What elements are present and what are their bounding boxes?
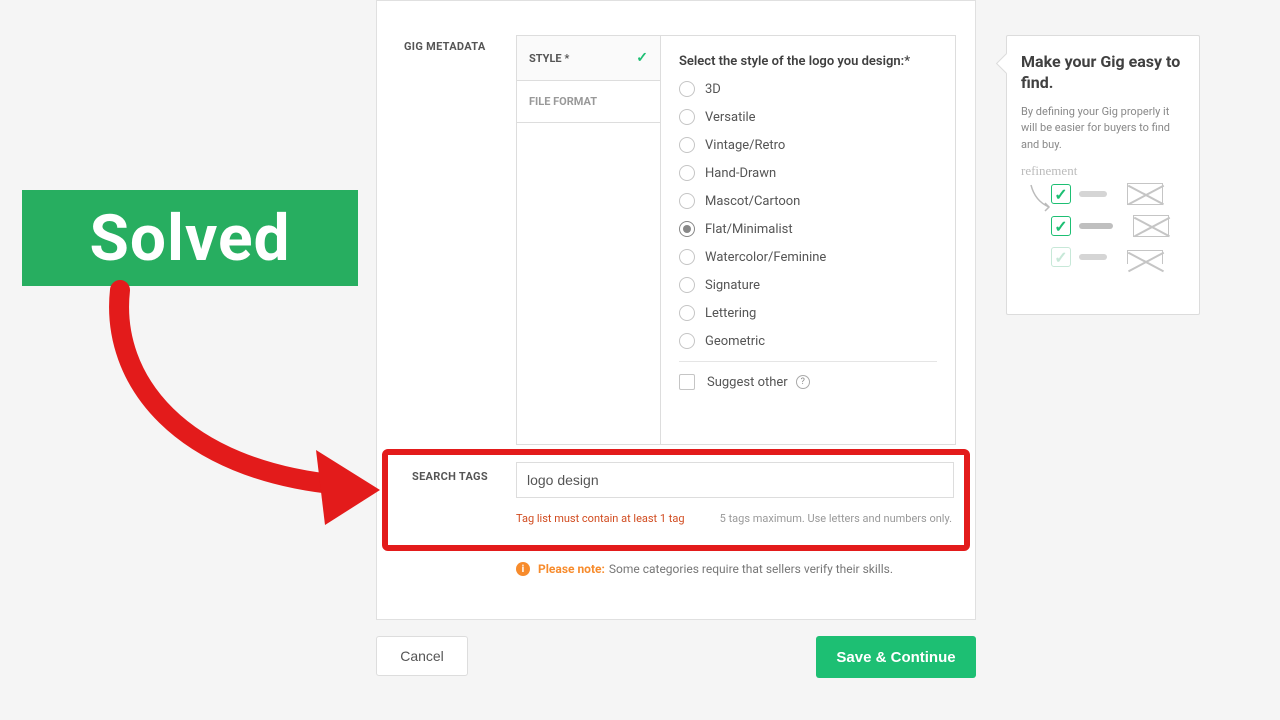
style-option-label: 3D [705, 82, 721, 97]
suggest-other-row[interactable]: Suggest other ? [679, 374, 937, 390]
style-option-label: Watercolor/Feminine [705, 250, 826, 265]
tip-body: By defining your Gig properly it will be… [1021, 104, 1185, 154]
gig-metadata-heading: GIG METADATA [404, 40, 486, 53]
curved-arrow-icon [1027, 183, 1057, 213]
tab-style-label: STYLE * [529, 52, 569, 65]
metadata-content: Select the style of the logo you design:… [661, 36, 955, 444]
radio-icon[interactable] [679, 109, 695, 125]
radio-icon[interactable] [679, 193, 695, 209]
red-arrow-icon [80, 280, 390, 540]
search-tags-hint: 5 tags maximum. Use letters and numbers … [720, 512, 952, 525]
style-option[interactable]: 3D [679, 81, 937, 97]
please-note-row: i Please note: Some categories require t… [516, 562, 893, 576]
solved-badge: Solved [22, 190, 358, 286]
style-option[interactable]: Vintage/Retro [679, 137, 937, 153]
tip-refinement-label: refinement [1021, 163, 1185, 179]
note-text: Some categories require that sellers ver… [609, 562, 893, 576]
style-option-label: Lettering [705, 306, 756, 321]
radio-icon[interactable] [679, 333, 695, 349]
radio-icon[interactable] [679, 165, 695, 181]
style-option[interactable]: Lettering [679, 305, 937, 321]
radio-icon[interactable] [679, 81, 695, 97]
style-option-label: Hand-Drawn [705, 166, 776, 181]
style-option-label: Vintage/Retro [705, 138, 785, 153]
tip-graphic: ✓ ✓ ✓ [1021, 183, 1185, 293]
style-option[interactable]: Signature [679, 277, 937, 293]
tab-style[interactable]: STYLE * ✓ [517, 36, 660, 81]
style-option[interactable]: Hand-Drawn [679, 165, 937, 181]
divider [679, 361, 937, 362]
style-option-label: Signature [705, 278, 760, 293]
metadata-panel: STYLE * ✓ FILE FORMAT Select the style o… [516, 35, 956, 445]
radio-icon[interactable] [679, 277, 695, 293]
note-label: Please note: [538, 562, 605, 576]
tab-file-format[interactable]: FILE FORMAT [517, 81, 660, 123]
radio-icon[interactable] [679, 221, 695, 237]
suggest-other-checkbox[interactable] [679, 374, 695, 390]
style-option[interactable]: Versatile [679, 109, 937, 125]
suggest-other-label: Suggest other [707, 375, 788, 390]
style-option[interactable]: Mascot/Cartoon [679, 193, 937, 209]
search-tags-heading: SEARCH TAGS [412, 470, 488, 483]
checkmark-icon: ✓ [636, 50, 648, 66]
style-option-label: Flat/Minimalist [705, 222, 793, 237]
style-option-label: Geometric [705, 334, 765, 349]
info-icon: i [516, 562, 530, 576]
help-icon[interactable]: ? [796, 375, 810, 389]
style-option[interactable]: Flat/Minimalist [679, 221, 937, 237]
radio-icon[interactable] [679, 249, 695, 265]
style-option-label: Mascot/Cartoon [705, 194, 800, 209]
cancel-button[interactable]: Cancel [376, 636, 468, 676]
style-option-label: Versatile [705, 110, 756, 125]
save-continue-button[interactable]: Save & Continue [816, 636, 976, 678]
tip-title: Make your Gig easy to find. [1021, 52, 1185, 94]
search-tags-error: Tag list must contain at least 1 tag [516, 512, 685, 525]
style-prompt: Select the style of the logo you design:… [679, 54, 937, 69]
radio-icon[interactable] [679, 137, 695, 153]
metadata-tabs: STYLE * ✓ FILE FORMAT [517, 36, 661, 444]
search-tags-input[interactable] [516, 462, 954, 498]
style-option[interactable]: Watercolor/Feminine [679, 249, 937, 265]
tip-card: Make your Gig easy to find. By defining … [1006, 35, 1200, 315]
style-option[interactable]: Geometric [679, 333, 937, 349]
radio-icon[interactable] [679, 305, 695, 321]
tab-file-format-label: FILE FORMAT [529, 95, 597, 108]
